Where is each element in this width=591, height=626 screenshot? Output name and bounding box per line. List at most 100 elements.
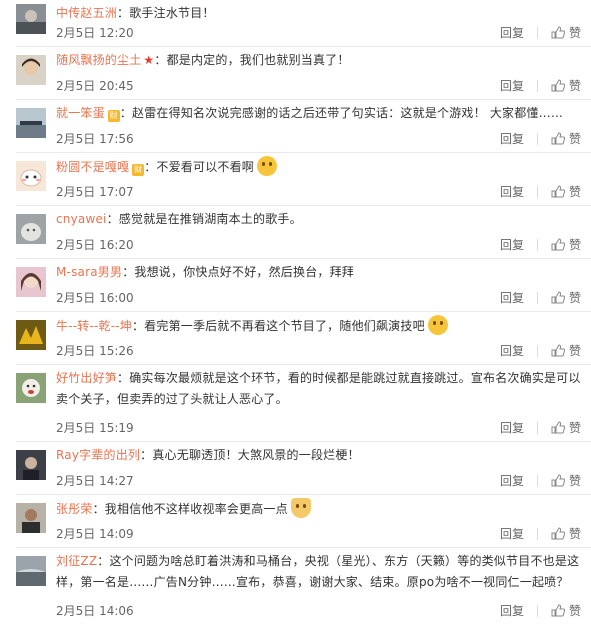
comment-content: ：感觉就是在推销湖南本土的歌手。 bbox=[106, 212, 302, 226]
reply-button[interactable]: 回复 bbox=[500, 419, 524, 436]
timestamp: 2月5日 20:45 bbox=[56, 79, 134, 93]
divider bbox=[536, 132, 538, 145]
timestamp: 2月5日 14:06 bbox=[56, 604, 134, 618]
thumbs-up-icon bbox=[551, 79, 565, 92]
comment-content: ：我相信他不这样收视率会更高一点 bbox=[92, 502, 288, 516]
shy-emoji-icon bbox=[427, 315, 448, 335]
username-link[interactable]: 就一笨蛋 bbox=[56, 106, 105, 120]
timestamp: 2月5日 17:07 bbox=[56, 185, 134, 199]
username-link[interactable]: 好竹出好笋 bbox=[56, 371, 117, 385]
thumbs-up-icon bbox=[551, 238, 565, 251]
comment-item: 中传赵五洲：歌手注水节目！ 2月5日 12:20 回复 赞 bbox=[16, 0, 591, 47]
timestamp: 2月5日 12:20 bbox=[56, 26, 134, 40]
comment-content: ：不爱看可以不看啊 bbox=[144, 160, 255, 174]
like-button[interactable]: 赞 bbox=[551, 183, 581, 200]
username-link[interactable]: 刘征ZZ bbox=[56, 554, 97, 568]
comment-content: ：确实每次最烦就是这个环节，看的时候都是能跳过就直接跳过。宣布名次确实是可以卖个… bbox=[56, 371, 581, 406]
reply-button[interactable]: 回复 bbox=[500, 236, 524, 253]
comment-text: 中传赵五洲：歌手注水节目！ bbox=[56, 3, 581, 24]
timestamp: 2月5日 15:19 bbox=[56, 421, 134, 435]
thumbs-up-icon bbox=[551, 421, 565, 434]
divider bbox=[536, 238, 538, 251]
divider bbox=[536, 79, 538, 92]
avatar[interactable] bbox=[16, 373, 46, 403]
reply-button[interactable]: 回复 bbox=[500, 602, 524, 619]
like-label: 赞 bbox=[568, 527, 581, 541]
username-link[interactable]: 粉圆不是嘎嘎 bbox=[56, 160, 129, 174]
divider bbox=[536, 421, 538, 434]
comment-item: 粉圆不是嘎嘎财：不爱看可以不看啊 2月5日 17:07 回复 赞 bbox=[16, 153, 591, 206]
username-link[interactable]: 张彤荣 bbox=[56, 502, 93, 516]
comment-item: M-sara男男：我想说，你快点好不好，然后换台，拜拜 2月5日 16:00 回… bbox=[16, 259, 591, 312]
laughing-emoji-icon bbox=[257, 156, 278, 176]
like-button[interactable]: 赞 bbox=[551, 419, 581, 436]
username-link[interactable]: 随风飘扬的尘土 bbox=[56, 53, 141, 67]
like-button[interactable]: 赞 bbox=[551, 289, 581, 306]
comment-content: ：歌手注水节目！ bbox=[117, 6, 215, 20]
comment-item: 张彤荣：我相信他不这样收视率会更高一点 2月5日 14:09 回复 赞 bbox=[16, 495, 591, 548]
reply-button[interactable]: 回复 bbox=[500, 24, 524, 41]
username-link[interactable]: 中传赵五洲 bbox=[56, 6, 117, 20]
avatar[interactable] bbox=[16, 450, 46, 480]
like-label: 赞 bbox=[568, 185, 581, 199]
like-button[interactable]: 赞 bbox=[551, 472, 581, 489]
comment-item: 就一笨蛋财：赵雷在得知名次说完感谢的话之后还带了句实话：这就是个游戏！ 大家都懂… bbox=[16, 100, 591, 153]
like-button[interactable]: 赞 bbox=[551, 24, 581, 41]
like-button[interactable]: 赞 bbox=[551, 602, 581, 619]
divider bbox=[536, 474, 538, 487]
like-button[interactable]: 赞 bbox=[551, 525, 581, 542]
reply-button[interactable]: 回复 bbox=[500, 289, 524, 306]
timestamp: 2月5日 16:20 bbox=[56, 238, 134, 252]
thumbs-up-icon bbox=[551, 604, 565, 617]
reply-button[interactable]: 回复 bbox=[500, 130, 524, 147]
like-label: 赞 bbox=[568, 421, 581, 435]
comment-item: Ray字辈的出列：真心无聊透顶！大煞风景的一段烂梗！ 2月5日 14:27 回复… bbox=[16, 442, 591, 495]
username-link[interactable]: Ray字辈的出列 bbox=[56, 448, 140, 462]
divider bbox=[536, 344, 538, 357]
thumbs-up-icon bbox=[551, 26, 565, 39]
vip-badge-icon: 财 bbox=[107, 110, 120, 122]
avatar[interactable] bbox=[16, 503, 46, 533]
like-button[interactable]: 赞 bbox=[551, 342, 581, 359]
avatar[interactable] bbox=[16, 55, 46, 85]
comment-list: 中传赵五洲：歌手注水节目！ 2月5日 12:20 回复 赞 随风飘扬的尘土 ★：都… bbox=[0, 0, 591, 626]
timestamp: 2月5日 16:00 bbox=[56, 291, 134, 305]
avatar[interactable] bbox=[16, 4, 46, 34]
like-label: 赞 bbox=[568, 132, 581, 146]
like-button[interactable]: 赞 bbox=[551, 130, 581, 147]
comment-item: 刘征ZZ：这个问题为啥总盯着洪涛和马桶台，央视（星光）、东方（天籁）等的类似节目… bbox=[16, 548, 591, 626]
reply-button[interactable]: 回复 bbox=[500, 183, 524, 200]
avatar[interactable] bbox=[16, 214, 46, 244]
like-button[interactable]: 赞 bbox=[551, 236, 581, 253]
avatar[interactable] bbox=[16, 267, 46, 297]
avatar[interactable] bbox=[16, 161, 46, 191]
avatar[interactable] bbox=[16, 556, 46, 586]
username-link[interactable]: 牛--转--乾--坤 bbox=[56, 319, 132, 333]
comment-content: ：我想说，你快点好不好，然后换台，拜拜 bbox=[122, 265, 354, 279]
like-button[interactable]: 赞 bbox=[551, 77, 581, 94]
reply-button[interactable]: 回复 bbox=[500, 342, 524, 359]
like-label: 赞 bbox=[568, 238, 581, 252]
thumbs-up-icon bbox=[551, 527, 565, 540]
like-label: 赞 bbox=[568, 291, 581, 305]
comment-item: 好竹出好笋：确实每次最烦就是这个环节，看的时候都是能跳过就直接跳过。宣布名次确实… bbox=[16, 365, 591, 442]
reply-button[interactable]: 回复 bbox=[500, 77, 524, 94]
thumbs-up-icon bbox=[551, 344, 565, 357]
reply-button[interactable]: 回复 bbox=[500, 525, 524, 542]
thumbs-up-icon bbox=[551, 132, 565, 145]
timestamp: 2月5日 14:27 bbox=[56, 474, 134, 488]
comment-content: ：看完第一季后就不再看这个节目了，随他们飙演技吧 bbox=[131, 319, 425, 333]
comment-content: ：都是内定的，我们也就别当真了！ bbox=[154, 53, 350, 67]
thumbs-up-icon bbox=[551, 474, 565, 487]
avatar[interactable] bbox=[16, 108, 46, 138]
avatar[interactable] bbox=[16, 320, 46, 350]
reply-button[interactable]: 回复 bbox=[500, 472, 524, 489]
username-link[interactable]: cnyawei bbox=[56, 212, 107, 226]
comment-content: ：真心无聊透顶！大煞风景的一段烂梗！ bbox=[140, 448, 360, 462]
like-label: 赞 bbox=[568, 474, 581, 488]
comment-content: ：赵雷在得知名次说完感谢的话之后还带了句实话：这就是个游戏！ 大家都懂…… bbox=[119, 106, 564, 120]
divider bbox=[536, 604, 538, 617]
username-link[interactable]: M-sara男男 bbox=[56, 265, 122, 279]
comment-item: 随风飘扬的尘土 ★：都是内定的，我们也就别当真了！ 2月5日 20:45 回复 赞 bbox=[16, 47, 591, 100]
timestamp: 2月5日 15:26 bbox=[56, 344, 134, 358]
